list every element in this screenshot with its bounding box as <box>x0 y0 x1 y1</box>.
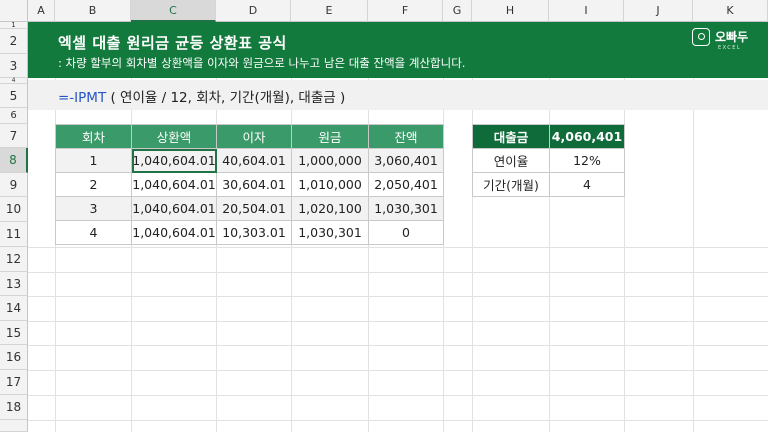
table-row: 1 1,040,604.01 40,604.01 1,000,000 3,060… <box>55 148 444 173</box>
select-all-corner[interactable] <box>0 0 28 22</box>
table-row: 2 1,040,604.01 30,604.01 1,010,000 2,050… <box>55 172 444 197</box>
repayment-schedule-table: 회차 상환액 이자 원금 잔액 1 1,040,604.01 40,604.01… <box>55 124 444 245</box>
label-annual-rate[interactable]: 연이율 <box>472 148 550 173</box>
gridline <box>28 395 768 396</box>
value-period-months[interactable]: 4 <box>549 172 625 197</box>
cell-payment[interactable]: 1,040,604.01 <box>131 220 217 245</box>
cell-interest[interactable]: 20,504.01 <box>216 196 292 221</box>
column-header-e[interactable]: E <box>291 0 368 22</box>
cell-interest[interactable]: 30,604.01 <box>216 172 292 197</box>
cell-round[interactable]: 1 <box>55 148 132 173</box>
cell-interest[interactable]: 40,604.01 <box>216 148 292 173</box>
row-header-14[interactable]: 14 <box>0 296 28 321</box>
cell-principal[interactable]: 1,020,100 <box>291 196 369 221</box>
formula-arguments: ( 연이율 / 12, 회차, 기간(개월), 대출금 ) <box>106 90 346 106</box>
gridline <box>28 296 768 297</box>
header-round[interactable]: 회차 <box>55 124 132 149</box>
header-interest[interactable]: 이자 <box>216 124 292 149</box>
column-header-a[interactable]: A <box>28 0 55 22</box>
sheet-subtitle: : 차량 할부의 회차별 상환액을 이자와 원금으로 나누고 남은 대출 잔액을… <box>58 56 466 70</box>
cell-interest[interactable]: 10,303.01 <box>216 220 292 245</box>
formula-text: =-IPMT ( 연이율 / 12, 회차, 기간(개월), 대출금 ) <box>58 86 345 106</box>
row-header-6[interactable]: 6 <box>0 108 28 124</box>
row-header-18[interactable]: 18 <box>0 395 28 420</box>
logo-subtext: EXCEL <box>718 45 742 51</box>
row-header-10[interactable]: 10 <box>0 197 28 222</box>
gridline <box>28 272 768 273</box>
formula-function: =-IPMT <box>58 90 107 106</box>
cell-balance[interactable]: 1,030,301 <box>368 196 444 221</box>
cell-principal[interactable]: 1,000,000 <box>291 148 369 173</box>
logo-icon <box>692 28 710 46</box>
row-header-12[interactable]: 12 <box>0 247 28 272</box>
column-header-f[interactable]: F <box>368 0 443 22</box>
gridline <box>28 321 768 322</box>
cell-principal[interactable]: 1,010,000 <box>291 172 369 197</box>
table-row: 4 1,040,604.01 10,303.01 1,030,301 0 <box>55 220 444 245</box>
row-header-15[interactable]: 15 <box>0 321 28 345</box>
column-header-j[interactable]: J <box>624 0 693 22</box>
cell-balance[interactable]: 0 <box>368 220 444 245</box>
brand-logo: 오빠두 <box>692 28 748 46</box>
row-header-1[interactable]: 1 <box>0 21 28 29</box>
column-header-g[interactable]: G <box>443 0 472 22</box>
gridline <box>28 370 768 371</box>
cell-balance[interactable]: 3,060,401 <box>368 148 444 173</box>
sheet-title: 엑셀 대출 원리금 균등 상환표 공식 <box>58 34 287 52</box>
row-header-19-partial[interactable] <box>0 420 28 432</box>
row-header-9[interactable]: 9 <box>0 173 28 197</box>
gridline <box>28 345 768 346</box>
cell-principal[interactable]: 1,030,301 <box>291 220 369 245</box>
column-header-i[interactable]: I <box>549 0 624 22</box>
table-row: 3 1,040,604.01 20,504.01 1,020,100 1,030… <box>55 196 444 221</box>
header-payment[interactable]: 상환액 <box>131 124 217 149</box>
column-header-d[interactable]: D <box>216 0 291 22</box>
column-header-k[interactable]: K <box>693 0 768 22</box>
row-header-2[interactable]: 2 <box>0 29 28 54</box>
table-row: 기간(개월) 4 <box>472 172 625 197</box>
header-balance[interactable]: 잔액 <box>368 124 444 149</box>
value-annual-rate[interactable]: 12% <box>549 148 625 173</box>
row-header-5[interactable]: 5 <box>0 84 28 108</box>
row-header-7[interactable]: 7 <box>0 124 28 148</box>
logo-text: 오빠두 <box>715 30 749 44</box>
column-header-c[interactable]: C <box>131 0 216 22</box>
label-period-months[interactable]: 기간(개월) <box>472 172 550 197</box>
cell-round[interactable]: 2 <box>55 172 132 197</box>
loan-input-table: 대출금 4,060,401 연이율 12% 기간(개월) 4 <box>472 124 625 197</box>
row-header-13[interactable]: 13 <box>0 272 28 296</box>
cell-round[interactable]: 3 <box>55 196 132 221</box>
cell-payment[interactable]: 1,040,604.01 <box>131 196 217 221</box>
cell-round[interactable]: 4 <box>55 220 132 245</box>
row-header-11[interactable]: 11 <box>0 222 28 247</box>
value-loan-amount[interactable]: 4,060,401 <box>549 124 625 149</box>
cell-payment-selected[interactable]: 1,040,604.01 <box>131 148 217 173</box>
column-header-b[interactable]: B <box>55 0 131 22</box>
cell-payment[interactable]: 1,040,604.01 <box>131 172 217 197</box>
header-principal[interactable]: 원금 <box>291 124 369 149</box>
cell-balance[interactable]: 2,050,401 <box>368 172 444 197</box>
table-row: 연이율 12% <box>472 148 625 173</box>
row-header-3[interactable]: 3 <box>0 54 28 78</box>
column-header-h[interactable]: H <box>472 0 549 22</box>
gridline <box>28 247 768 248</box>
row-header-16[interactable]: 16 <box>0 345 28 370</box>
row-header-17[interactable]: 17 <box>0 370 28 395</box>
row-header-8[interactable]: 8 <box>0 148 28 173</box>
label-loan-amount[interactable]: 대출금 <box>472 124 550 149</box>
gridline <box>28 420 768 421</box>
